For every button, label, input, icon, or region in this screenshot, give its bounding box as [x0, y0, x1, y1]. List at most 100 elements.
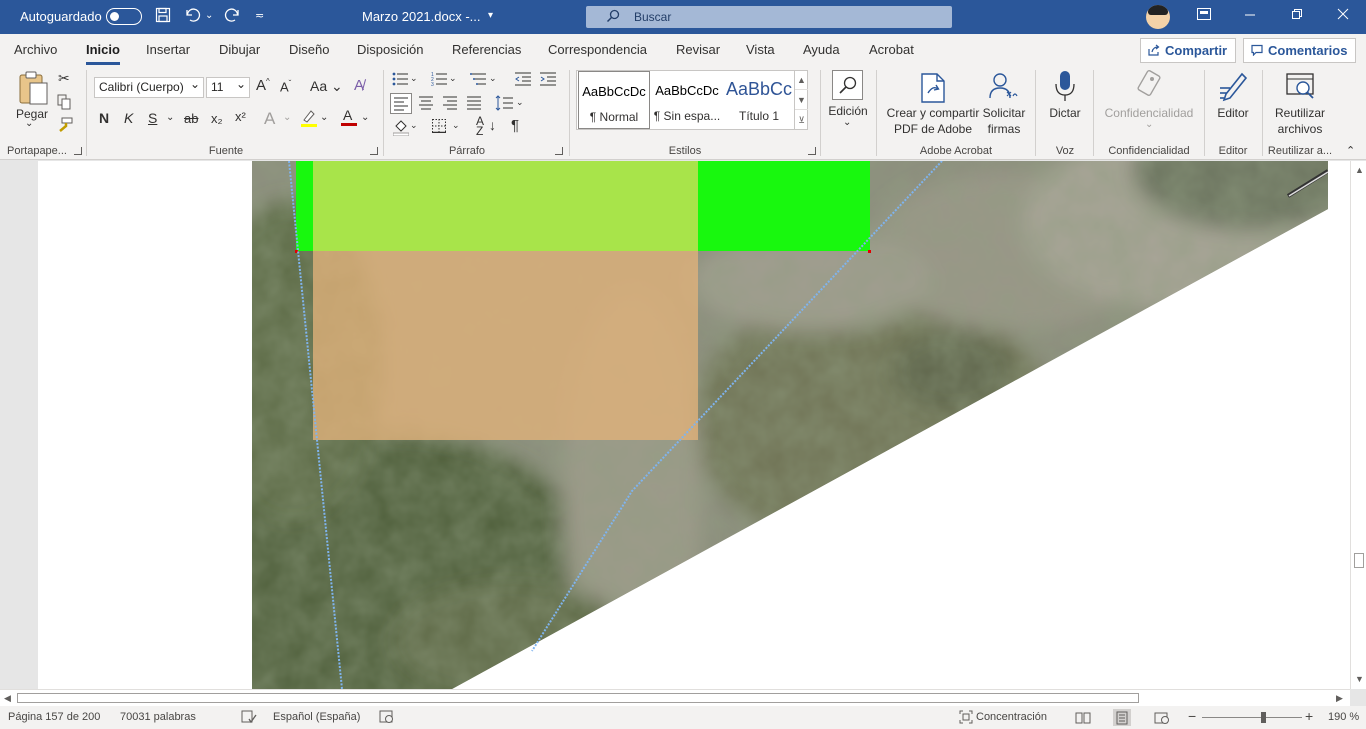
underline-button[interactable]: S	[148, 110, 157, 126]
vertical-scroll-thumb[interactable]	[1354, 553, 1364, 568]
sort-arrow-icon[interactable]: ↓	[489, 117, 496, 133]
restore-icon[interactable]	[1291, 7, 1303, 24]
show-formatting-icon[interactable]: ¶	[511, 117, 519, 134]
undo-icon[interactable]	[184, 7, 202, 28]
change-case-icon[interactable]: Aa ⌄	[310, 78, 343, 95]
create-pdf-label-2[interactable]: PDF de Adobe	[884, 121, 982, 137]
cut-icon[interactable]: ✂	[58, 70, 70, 87]
tab-revisar[interactable]: Revisar	[676, 42, 720, 57]
share-button[interactable]: Compartir	[1140, 38, 1237, 63]
comments-button[interactable]: Comentarios	[1243, 38, 1357, 63]
decrease-indent-icon[interactable]	[515, 72, 531, 89]
paragraph-launcher-icon[interactable]	[555, 147, 563, 155]
borders-icon[interactable]	[432, 119, 446, 136]
bullets-icon[interactable]	[392, 72, 408, 89]
user-avatar[interactable]	[1146, 5, 1170, 29]
scroll-up-icon[interactable]: ▲	[1355, 165, 1364, 175]
scroll-down-icon[interactable]: ▼	[1355, 674, 1364, 684]
scroll-left-icon[interactable]: ◀	[4, 693, 11, 704]
zoom-level[interactable]: 190 %	[1328, 711, 1359, 723]
tab-diseno[interactable]: Diseño	[289, 42, 329, 57]
zoom-out-icon[interactable]: −	[1188, 708, 1196, 724]
multilevel-dropdown-icon[interactable]: ⌄	[489, 73, 497, 84]
undo-dropdown-icon[interactable]: ⌄	[205, 7, 213, 25]
tab-acrobat[interactable]: Acrobat	[869, 42, 914, 57]
focus-icon[interactable]	[959, 710, 973, 727]
grow-font-icon[interactable]: A^	[256, 77, 270, 94]
search-box[interactable]: Buscar	[586, 6, 952, 28]
text-effects-icon[interactable]: A	[264, 109, 275, 129]
italic-button[interactable]: K	[124, 110, 133, 126]
tab-vista[interactable]: Vista	[746, 42, 775, 57]
increase-indent-icon[interactable]	[540, 72, 556, 89]
tab-dibujar[interactable]: Dibujar	[219, 42, 260, 57]
microphone-icon[interactable]	[1054, 70, 1076, 105]
web-layout-icon[interactable]	[1153, 709, 1171, 726]
style-sin-espaciado[interactable]: AaBbCcDc ¶ Sin espa...	[651, 71, 723, 129]
request-signatures-label-1[interactable]: Solicitar	[980, 105, 1028, 121]
highlight-dropdown-icon[interactable]: ⌄	[320, 112, 328, 123]
tab-ayuda[interactable]: Ayuda	[803, 42, 840, 57]
collapse-ribbon-icon[interactable]: ⌃	[1346, 144, 1355, 157]
numbering-dropdown-icon[interactable]: ⌄	[449, 73, 457, 84]
justify-icon[interactable]	[466, 96, 482, 113]
paste-dropdown-icon[interactable]: ⌄	[25, 118, 33, 129]
text-effects-dropdown-icon[interactable]: ⌄	[283, 112, 291, 123]
zoom-in-icon[interactable]: +	[1305, 708, 1313, 724]
autosave-toggle[interactable]	[106, 8, 142, 25]
horizontal-scrollbar[interactable]: ◀ ▶	[0, 689, 1350, 706]
styles-up-icon[interactable]: ▲	[795, 70, 808, 90]
shading-icon[interactable]	[392, 118, 410, 139]
tab-archivo[interactable]: Archivo	[14, 42, 57, 57]
tab-disposicion[interactable]: Disposición	[357, 42, 423, 57]
reuse-files-label-1[interactable]: Reutilizar	[1266, 105, 1334, 121]
align-left-button[interactable]	[390, 93, 412, 114]
horizontal-scroll-thumb[interactable]	[17, 693, 1139, 703]
align-center-icon[interactable]	[418, 96, 434, 113]
reuse-files-label-2[interactable]: archivos	[1266, 121, 1334, 137]
request-signatures-label-2[interactable]: firmas	[980, 121, 1028, 137]
superscript-button[interactable]: x²	[235, 109, 246, 124]
line-spacing-icon[interactable]	[495, 95, 513, 114]
format-painter-icon[interactable]	[56, 117, 74, 136]
aerial-map-image[interactable]	[252, 161, 1328, 689]
request-signatures-icon[interactable]	[987, 72, 1021, 105]
redo-icon[interactable]	[223, 7, 241, 28]
shrink-font-icon[interactable]: Aˇ	[280, 79, 291, 94]
strikethrough-button[interactable]: ab	[184, 111, 198, 126]
tab-insertar[interactable]: Insertar	[146, 42, 190, 57]
page-count[interactable]: Página 157 de 200	[8, 711, 100, 723]
subscript-button[interactable]: x₂	[211, 111, 223, 126]
font-launcher-icon[interactable]	[370, 147, 378, 155]
bold-button[interactable]: N	[99, 110, 109, 126]
bullets-dropdown-icon[interactable]: ⌄	[410, 73, 418, 84]
clipboard-launcher-icon[interactable]	[74, 147, 82, 155]
line-spacing-dropdown-icon[interactable]: ⌄	[516, 97, 524, 108]
save-icon[interactable]	[155, 7, 171, 28]
edicion-dropdown-icon[interactable]: ⌄	[843, 117, 851, 128]
title-dropdown-icon[interactable]: ▾	[488, 7, 493, 25]
create-pdf-icon[interactable]	[920, 73, 946, 106]
reuse-files-icon[interactable]	[1285, 72, 1317, 105]
highlight-color-icon[interactable]	[300, 108, 318, 131]
word-count[interactable]: 70031 palabras	[120, 711, 196, 723]
create-pdf-label-1[interactable]: Crear y compartir	[884, 105, 982, 121]
read-mode-icon[interactable]	[1074, 709, 1092, 726]
paste-icon[interactable]	[17, 70, 49, 109]
editor-button-label[interactable]: Editor	[1208, 105, 1258, 121]
style-normal[interactable]: AaBbCcDc ¶ Normal	[578, 71, 650, 129]
tab-inicio[interactable]: Inicio	[86, 42, 120, 65]
font-color-icon[interactable]: A	[340, 107, 358, 130]
clear-formatting-icon[interactable]: A̸	[354, 77, 364, 94]
sort-icon[interactable]: AZ	[476, 115, 484, 137]
find-button[interactable]	[832, 70, 863, 100]
numbering-icon[interactable]: 123	[431, 72, 447, 89]
dictar-label[interactable]: Dictar	[1044, 105, 1086, 121]
font-name-select[interactable]: Calibri (Cuerpo)	[94, 77, 204, 98]
styles-down-icon[interactable]: ▼	[795, 90, 808, 110]
print-layout-icon[interactable]	[1113, 709, 1131, 726]
vertical-scrollbar[interactable]: ▲ ▼	[1350, 161, 1366, 689]
scroll-right-icon[interactable]: ▶	[1336, 693, 1343, 704]
ribbon-display-icon[interactable]	[1196, 7, 1212, 24]
borders-dropdown-icon[interactable]: ⌄	[452, 120, 460, 131]
